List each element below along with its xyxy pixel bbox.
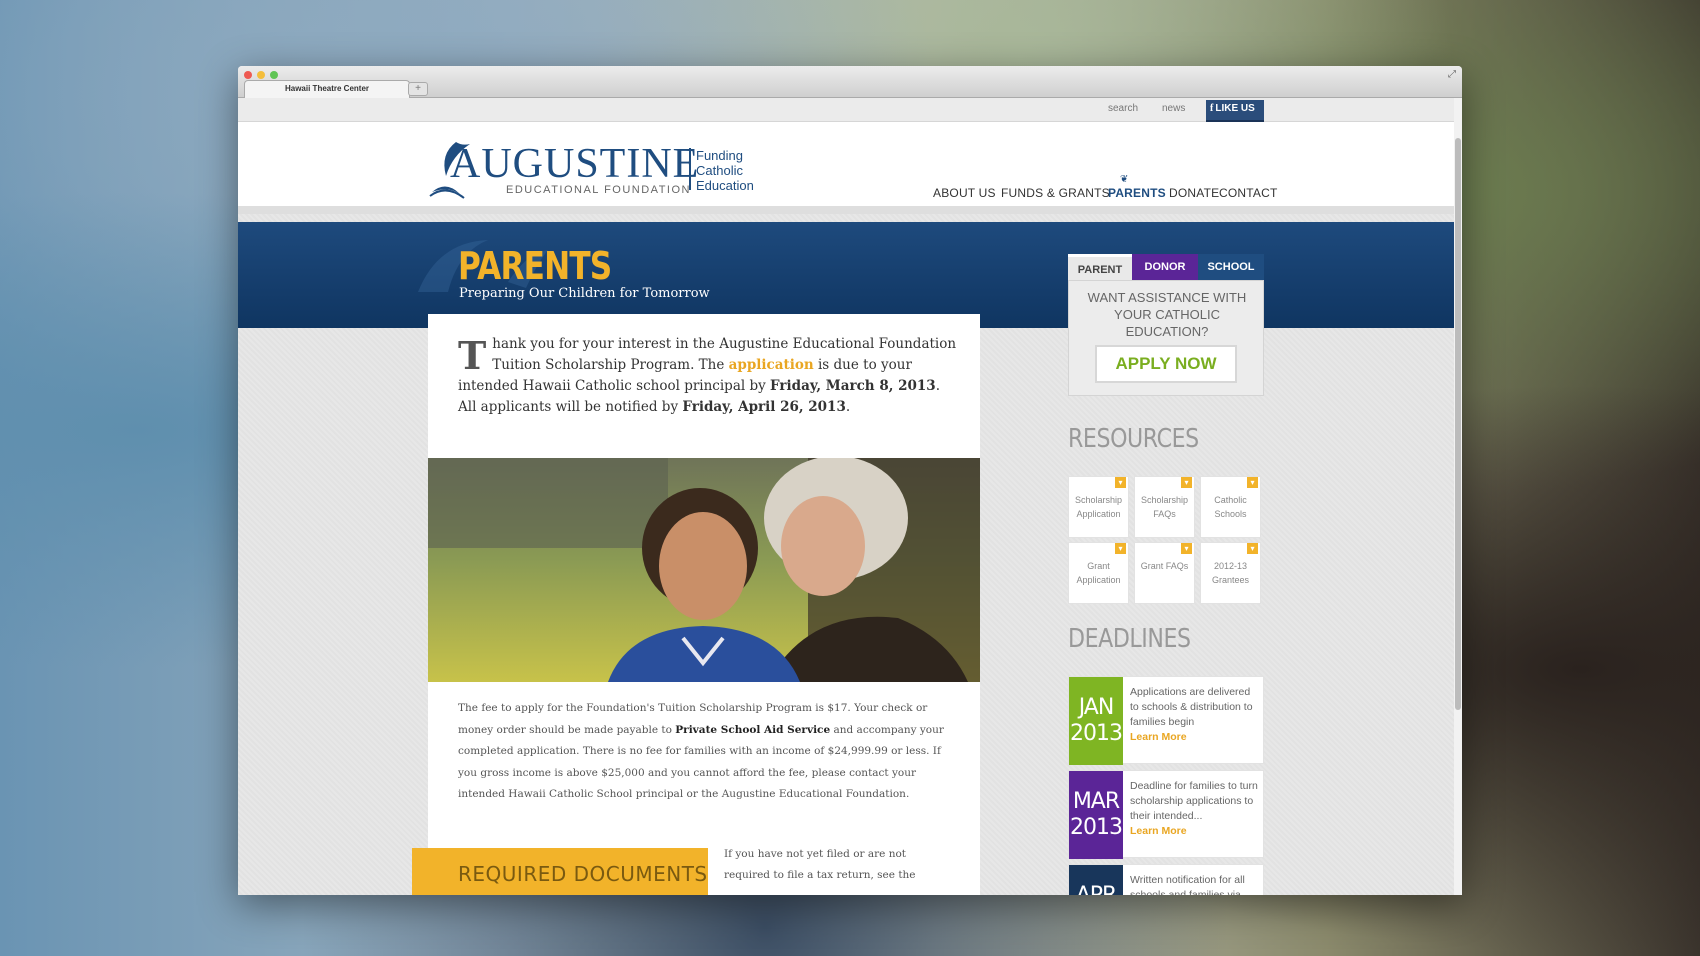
application-link[interactable]: application [729, 357, 814, 373]
page-banner: PARENTS Preparing Our Children for Tomor… [238, 222, 1454, 328]
resource-grant-faqs[interactable]: ▾ Grant FAQs [1134, 542, 1195, 604]
required-documents-title: REQUIRED DOCUMENTS [458, 862, 708, 886]
intro-paragraph: Thank you for your interest in the Augus… [458, 334, 958, 418]
assistance-text: WANT ASSISTANCE WITH YOUR CATHOLIC EDUCA… [1087, 290, 1247, 339]
tagline-line-3: Education [696, 178, 754, 193]
logo-subtitle: EDUCATIONAL FOUNDATION [506, 184, 691, 196]
deadline-date: APR [1069, 865, 1123, 895]
zoom-window-button[interactable] [270, 71, 278, 79]
resource-grant-application[interactable]: ▾ Grant Application [1068, 542, 1129, 604]
browser-tab[interactable]: Hawaii Theatre Center [244, 80, 410, 98]
logo-tagline: Funding Catholic Education [696, 148, 754, 193]
fullscreen-icon[interactable]: ⤢ [1448, 69, 1456, 80]
resource-label: Scholarship Application [1074, 495, 1123, 519]
chevron-down-icon: ▾ [1115, 543, 1126, 554]
deadline-month: MAR [1072, 789, 1120, 814]
deadline-year: 2013 [1070, 721, 1123, 746]
search-link[interactable]: search [1108, 103, 1138, 114]
facebook-like-button[interactable]: f LIKE US [1206, 100, 1264, 122]
tab-parent[interactable]: PARENT [1068, 254, 1132, 280]
nav-donate[interactable]: DONATE [1169, 186, 1219, 200]
deadline-item: APR Written notification for all schools… [1068, 864, 1264, 895]
browser-window: Hawaii Theatre Center + ⤢ search news fL… [238, 66, 1462, 895]
deadline-item: MAR 2013 Deadline for families to turn sc… [1068, 770, 1264, 859]
page-subtitle: Preparing Our Children for Tomorrow [459, 286, 710, 301]
facebook-icon: f [1210, 103, 1214, 114]
logo-divider [689, 148, 691, 190]
site-logo[interactable]: AUGUSTINE EDUCATIONAL FOUNDATION Funding… [426, 136, 756, 202]
chevron-down-icon: ▾ [1247, 543, 1258, 554]
audience-tabs: PARENT DONOR SCHOOL [1068, 254, 1264, 280]
browser-titlebar: Hawaii Theatre Center + ⤢ [238, 66, 1462, 98]
nav-parents[interactable]: PARENTS [1108, 186, 1166, 200]
close-window-button[interactable] [244, 71, 252, 79]
tagline-line-1: Funding [696, 148, 743, 163]
logo-wordmark: AUGUSTINE [450, 141, 700, 187]
required-documents-box: REQUIRED DOCUMENTS [412, 848, 708, 895]
active-leaf-icon: ❦ [1120, 174, 1129, 185]
deadlines-heading: DEADLINES [1068, 624, 1191, 654]
page-title: PARENTS [458, 244, 612, 288]
site-header: AUGUSTINE EDUCATIONAL FOUNDATION Funding… [238, 122, 1454, 214]
intro-text: . [845, 399, 851, 415]
minimize-window-button[interactable] [257, 71, 265, 79]
like-label: LIKE US [1215, 103, 1255, 114]
resources-heading: RESOURCES [1068, 424, 1199, 454]
chevron-down-icon: ▾ [1181, 477, 1192, 488]
deadline-month: JAN [1078, 695, 1115, 720]
tagline-line-2: Catholic [696, 163, 743, 178]
deadline-description: Applications are delivered to schools & … [1130, 686, 1253, 728]
deadline-description: Written notification for all schools and… [1130, 874, 1245, 895]
deadline-month: APR [1069, 883, 1123, 895]
drop-cap: T [458, 333, 487, 378]
due-date: Friday, March 8, 2013 [770, 378, 936, 394]
main-content: Thank you for your interest in the Augus… [412, 314, 980, 895]
fee-paragraph: The fee to apply for the Foundation's Tu… [458, 698, 958, 806]
resource-label: Grant FAQs [1140, 561, 1189, 571]
assistance-panel: WANT ASSISTANCE WITH YOUR CATHOLIC EDUCA… [1068, 280, 1264, 396]
learn-more-link[interactable]: Learn More [1130, 730, 1260, 745]
deadline-date: MAR 2013 [1069, 771, 1123, 859]
payee-name: Private School Aid Service [675, 723, 831, 736]
student-parent-photo [428, 458, 980, 682]
scrollbar-thumb[interactable] [1455, 138, 1461, 710]
new-tab-button[interactable]: + [408, 82, 428, 96]
nav-contact[interactable]: CONTACT [1219, 186, 1278, 200]
chevron-down-icon: ▾ [1115, 477, 1126, 488]
deadline-year: 2013 [1070, 815, 1123, 840]
resource-label: Scholarship FAQs [1140, 495, 1189, 519]
deadline-description: Deadline for families to turn scholarshi… [1130, 780, 1258, 822]
news-link[interactable]: news [1162, 103, 1185, 114]
web-page: search news f LIKE US AUGUSTINE EDUCATION… [238, 98, 1454, 895]
learn-more-link[interactable]: Learn More [1130, 824, 1260, 839]
vertical-scrollbar[interactable] [1454, 98, 1462, 895]
tab-donor[interactable]: DONOR [1132, 254, 1198, 280]
apply-now-button[interactable]: APPLY NOW [1095, 345, 1237, 383]
deadline-item: JAN 2013 Applications are delivered to sc… [1068, 676, 1264, 765]
deadline-date: JAN 2013 [1069, 677, 1123, 765]
tab-school[interactable]: SCHOOL [1198, 254, 1264, 280]
resource-grantees[interactable]: ▾ 2012-13 Grantees [1200, 542, 1261, 604]
tax-return-paragraph: If you have not yet filed or are not req… [724, 848, 916, 881]
resource-catholic-schools[interactable]: ▾ Catholic Schools [1200, 476, 1261, 538]
resource-scholarship-faqs[interactable]: ▾ Scholarship FAQs [1134, 476, 1195, 538]
nav-funds-grants[interactable]: FUNDS & GRANTS [1001, 186, 1110, 200]
chevron-down-icon: ▾ [1181, 543, 1192, 554]
resource-scholarship-application[interactable]: ▾ Scholarship Application [1068, 476, 1129, 538]
resource-label: Catholic Schools [1214, 495, 1247, 519]
utility-bar: search news f LIKE US [238, 98, 1454, 122]
deadline-text: Applications are delivered to schools & … [1130, 685, 1260, 745]
chevron-down-icon: ▾ [1247, 477, 1258, 488]
resource-label: Grant Application [1076, 561, 1121, 585]
deadline-text: Written notification for all schools and… [1130, 873, 1260, 895]
deadline-text: Deadline for families to turn scholarshi… [1130, 779, 1260, 839]
notify-date: Friday, April 26, 2013 [682, 399, 846, 415]
nav-about-us[interactable]: ABOUT US [933, 186, 996, 200]
resource-label: 2012-13 Grantees [1211, 561, 1250, 585]
